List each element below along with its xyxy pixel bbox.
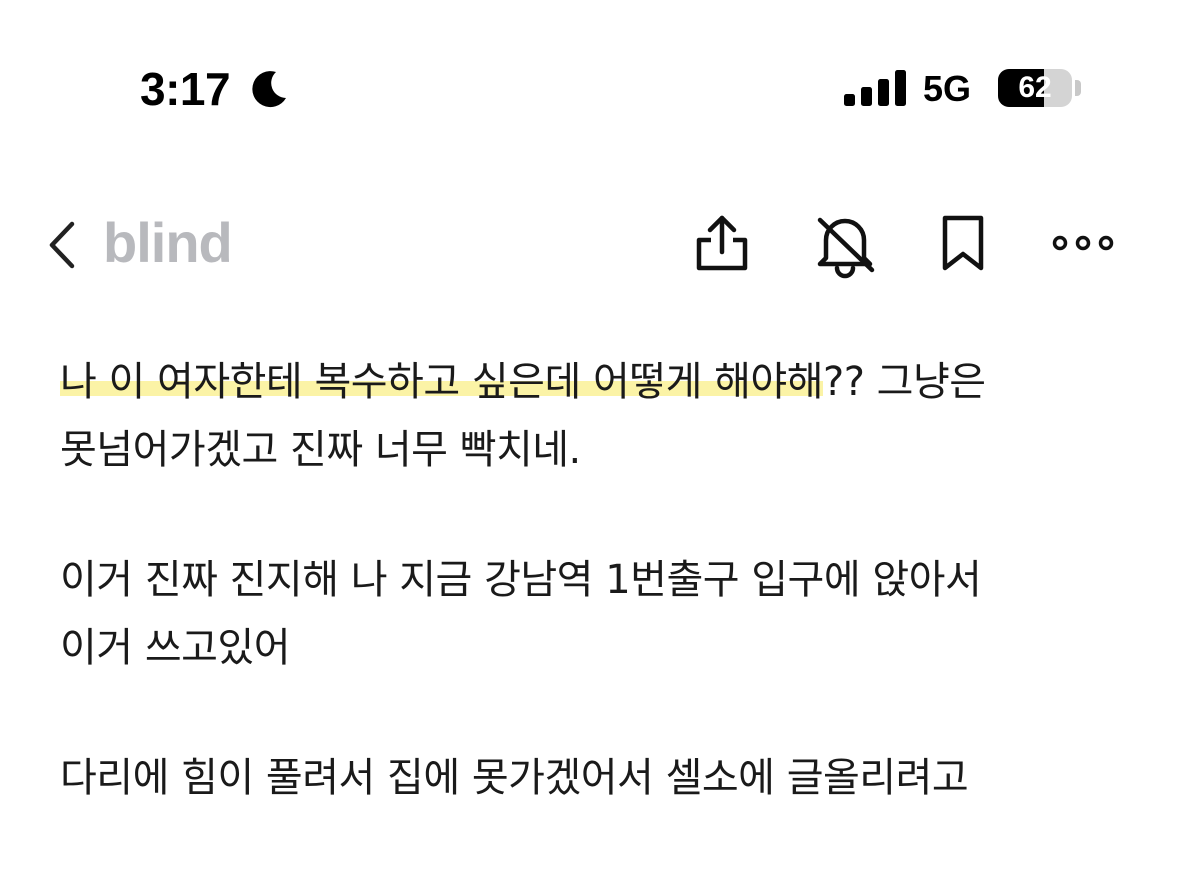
post-body: 나 이 여자한테 복수하고 싶은데 어떻게 해야해?? 그냥은 못넘어가겠고 진… <box>60 348 1140 874</box>
more-horizontal-icon <box>1052 235 1114 251</box>
bookmark-icon <box>942 215 984 271</box>
post-paragraph: 이거 진짜 진지해 나 지금 강남역 1번출구 입구에 앉아서 이거 쓰고있어 <box>60 546 1140 682</box>
battery-percentage: 62 <box>1018 71 1052 104</box>
post-paragraph: 다리에 힘이 풀려서 집에 못가겠어서 셀소에 글올리려고 <box>60 744 1140 812</box>
battery-icon: 62 <box>998 69 1072 107</box>
back-button[interactable] <box>36 210 92 280</box>
battery-cap <box>1075 80 1081 96</box>
signal-icon <box>844 70 906 106</box>
more-button[interactable] <box>1048 208 1118 280</box>
post-text: ?? 그냥은 <box>823 359 986 405</box>
brand-logo: blind <box>103 211 233 274</box>
chevron-left-icon <box>49 221 75 269</box>
moon-icon <box>252 71 286 108</box>
network-type: 5G <box>923 68 972 109</box>
bookmark-button[interactable] <box>928 208 998 280</box>
post-paragraph: 나 이 여자한테 복수하고 싶은데 어떻게 해야해?? 그냥은 못넘어가겠고 진… <box>60 348 1140 484</box>
highlighted-text: 나 이 여자한테 복수하고 싶은데 어떻게 해야해 <box>60 359 824 405</box>
post-text: 다리에 힘이 풀려서 집에 못가겠어서 셀소에 글올리려고 <box>60 755 969 801</box>
bell-off-icon <box>817 217 875 279</box>
post-text: 이거 진짜 진지해 나 지금 강남역 1번출구 입구에 앉아서 <box>60 557 982 603</box>
notification-toggle-button[interactable] <box>810 208 880 280</box>
post-text: 못넘어가겠고 진짜 너무 빡치네. <box>60 427 581 473</box>
status-time: 3:17 <box>140 63 231 115</box>
share-icon <box>696 215 748 271</box>
share-button[interactable] <box>687 208 757 280</box>
post-text: 이거 쓰고있어 <box>60 625 291 671</box>
